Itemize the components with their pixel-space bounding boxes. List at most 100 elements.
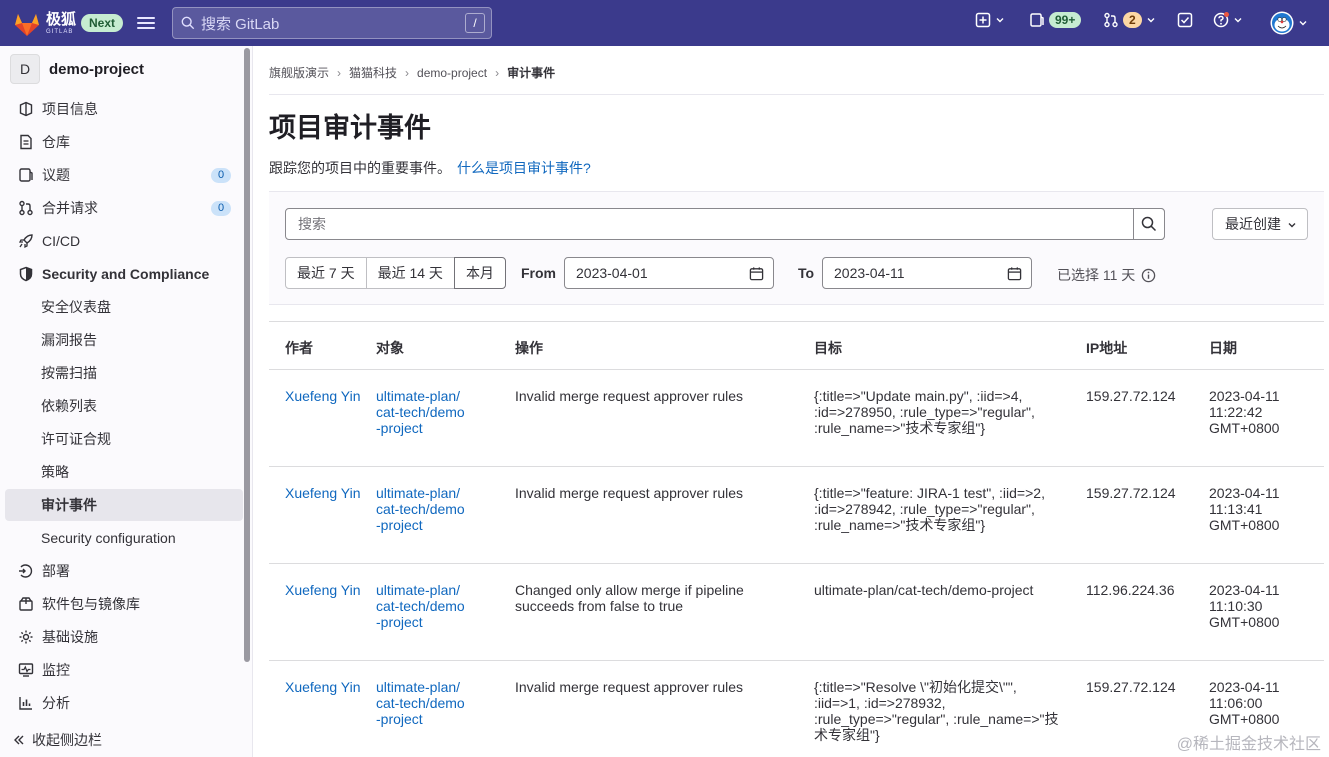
- column-header-action: 操作: [515, 340, 543, 356]
- table-header: 作者 对象 操作 目标 IP地址 日期: [269, 322, 1324, 370]
- breadcrumb-current[interactable]: 审计事件: [507, 64, 555, 81]
- chevron-down-icon: [1299, 21, 1307, 26]
- issues-count-badge: 99+: [1049, 12, 1082, 28]
- author-link[interactable]: Xuefeng Yin: [285, 485, 365, 501]
- collapse-sidebar-label: 收起侧边栏: [32, 732, 102, 748]
- range-this-month-button[interactable]: 本月: [453, 257, 506, 289]
- project-header[interactable]: D demo-project: [10, 54, 144, 84]
- object-link[interactable]: ultimate-plan/cat-tech/demo-project: [376, 388, 466, 436]
- help-button[interactable]: [1213, 12, 1243, 28]
- logo-subtext: GITLAB: [46, 28, 74, 35]
- breadcrumb-separator: ›: [405, 65, 410, 80]
- double-chevron-left-icon: [14, 735, 24, 745]
- object-link[interactable]: ultimate-plan/cat-tech/demo-project: [376, 679, 466, 727]
- range-14-days-button[interactable]: 最近 14 天: [365, 257, 455, 289]
- user-menu-button[interactable]: [1270, 11, 1308, 35]
- sidebar-item-label: 议题: [42, 167, 70, 183]
- audit-search-input[interactable]: 搜索: [285, 208, 1165, 240]
- column-header-author: 作者: [285, 340, 313, 356]
- author-link[interactable]: Xuefeng Yin: [285, 388, 365, 404]
- sidebar-item-label: 策略: [41, 464, 69, 480]
- logo[interactable]: 极狐 GITLAB: [12, 9, 76, 37]
- target-text: {:title=>"Update main.py", :iid=>4, :id=…: [814, 388, 1035, 436]
- chevron-down-icon: [996, 18, 1004, 23]
- sort-dropdown[interactable]: 最近创建: [1212, 208, 1308, 240]
- project-name: demo-project: [49, 60, 145, 78]
- breadcrumb-item[interactable]: demo-project: [417, 66, 487, 80]
- table-row: Xuefeng Yin ultimate-plan/cat-tech/demo-…: [269, 661, 1324, 757]
- monitor-icon: [18, 663, 34, 677]
- sidebar-item-audit-events[interactable]: 审计事件: [5, 489, 243, 521]
- breadcrumb: 旗舰版演示 › 猫猫科技 › demo-project › 审计事件: [269, 64, 555, 81]
- sidebar-item-merge-requests[interactable]: 合并请求 0: [5, 192, 243, 224]
- menu-icon[interactable]: [137, 14, 155, 32]
- sidebar-item-security[interactable]: Security and Compliance: [5, 258, 243, 290]
- sidebar-item-deployments[interactable]: 部署: [5, 555, 243, 587]
- audit-events-table: 作者 对象 操作 目标 IP地址 日期 Xuefeng Yin ultimate…: [269, 321, 1324, 757]
- from-label: From: [521, 265, 556, 281]
- sidebar-item-vulnerability-report[interactable]: 漏洞报告: [5, 324, 243, 356]
- help-icon: [1213, 12, 1229, 28]
- sidebar-item-label: 合并请求: [42, 200, 98, 216]
- sidebar-item-label: 漏洞报告: [41, 332, 97, 348]
- from-date-input[interactable]: 2023-04-01: [564, 257, 774, 289]
- sidebar-item-infrastructure[interactable]: 基础设施: [5, 621, 243, 653]
- help-link[interactable]: 什么是项目审计事件?: [457, 160, 591, 176]
- sidebar-item-label: 审计事件: [41, 497, 97, 513]
- to-label: To: [798, 265, 815, 281]
- author-link[interactable]: Xuefeng Yin: [285, 582, 365, 598]
- sidebar-item-analytics[interactable]: 分析: [5, 687, 243, 719]
- divider: [269, 94, 1324, 95]
- sidebar-item-license-compliance[interactable]: 许可证合规: [5, 423, 243, 455]
- sidebar-item-issues[interactable]: 议题 0: [5, 159, 243, 191]
- next-badge[interactable]: Next: [81, 14, 124, 32]
- create-new-button[interactable]: [975, 12, 1005, 28]
- breadcrumb-item[interactable]: 旗舰版演示: [269, 64, 329, 81]
- object-link[interactable]: ultimate-plan/cat-tech/demo-project: [376, 582, 466, 630]
- sidebar-item-project-info[interactable]: 项目信息: [5, 93, 243, 125]
- info-icon[interactable]: [1141, 268, 1156, 283]
- breadcrumb-separator: ›: [495, 65, 500, 80]
- sidebar-item-monitor[interactable]: 监控: [5, 654, 243, 686]
- merge-requests-button[interactable]: 2: [1103, 12, 1156, 28]
- author-link[interactable]: Xuefeng Yin: [285, 679, 365, 695]
- project-info-icon: [19, 101, 33, 117]
- sidebar-item-label: Security and Compliance: [42, 266, 210, 282]
- breadcrumb-separator: ›: [337, 65, 342, 80]
- chevron-down-icon: [1288, 223, 1296, 228]
- cloud-gear-icon: [19, 630, 33, 644]
- deployments-icon: [19, 564, 33, 578]
- sidebar-item-security-dashboard[interactable]: 安全仪表盘: [5, 291, 243, 323]
- global-search-input[interactable]: 搜索 GitLab /: [172, 7, 492, 39]
- sidebar-item-label: CI/CD: [42, 233, 81, 249]
- search-icon: [1141, 216, 1157, 232]
- mr-count-badge: 0: [211, 201, 231, 216]
- sidebar-item-packages[interactable]: 软件包与镜像库: [5, 588, 243, 620]
- table-row: Xuefeng Yin ultimate-plan/cat-tech/demo-…: [269, 370, 1324, 467]
- object-link[interactable]: ultimate-plan/cat-tech/demo-project: [376, 485, 466, 533]
- todo-button[interactable]: [1177, 12, 1193, 28]
- collapse-sidebar-button[interactable]: 收起侧边栏: [12, 730, 102, 750]
- column-header-date: 日期: [1209, 340, 1237, 356]
- sidebar-item-label: Security configuration: [41, 530, 176, 546]
- sidebar-item-repository[interactable]: 仓库: [5, 126, 243, 158]
- breadcrumb-item[interactable]: 猫猫科技: [349, 64, 397, 81]
- sidebar-item-security-configuration[interactable]: Security configuration: [5, 522, 243, 554]
- sidebar-item-dependency-list[interactable]: 依赖列表: [5, 390, 243, 422]
- ip-address: 159.27.72.124: [1086, 485, 1176, 501]
- search-button[interactable]: [1133, 208, 1165, 240]
- sidebar-scrollbar[interactable]: [244, 48, 250, 662]
- range-7-days-button[interactable]: 最近 7 天: [285, 257, 367, 289]
- target-text: {:title=>"feature: JIRA-1 test", :iid=>2…: [814, 485, 1045, 533]
- chart-icon: [19, 697, 32, 710]
- issues-button[interactable]: 99+: [1029, 12, 1082, 28]
- chevron-down-icon: [1147, 18, 1155, 23]
- to-date-input[interactable]: 2023-04-11: [822, 257, 1032, 289]
- sidebar-item-on-demand-scans[interactable]: 按需扫描: [5, 357, 243, 389]
- sidebar: D demo-project 项目信息 仓库 议题 0 合并请求 0 CI/CD…: [0, 46, 253, 757]
- jihu-logo-icon: [15, 14, 39, 36]
- sidebar-item-label: 许可证合规: [41, 431, 111, 447]
- sidebar-item-policies[interactable]: 策略: [5, 456, 243, 488]
- search-placeholder: 搜索: [298, 216, 326, 232]
- sidebar-item-cicd[interactable]: CI/CD: [5, 225, 243, 257]
